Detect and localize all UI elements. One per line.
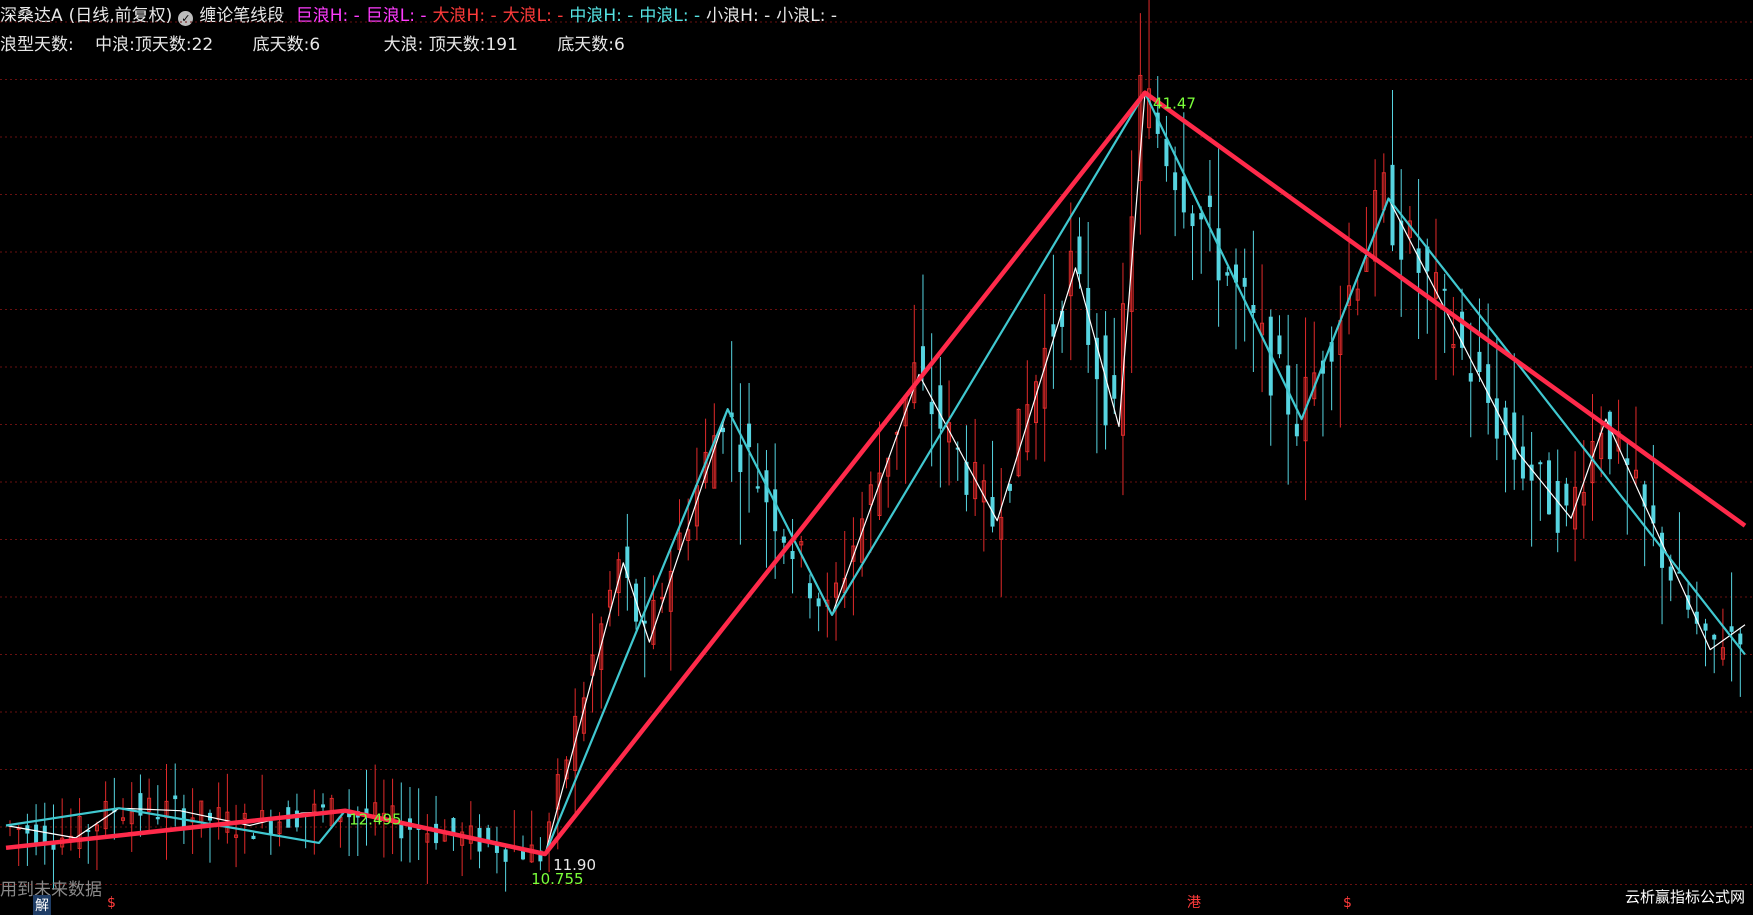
candle-body (173, 795, 178, 800)
candle-body (1294, 423, 1299, 437)
candle-body (1468, 373, 1473, 382)
small-wave-line (5, 92, 1746, 855)
candle-body (790, 550, 795, 560)
candle-body (1242, 277, 1247, 287)
candle-body (1077, 236, 1082, 275)
event-mark-dollar-2[interactable]: $ (1343, 895, 1352, 911)
price-chart[interactable]: 41.47 12.495 11.90 10.755 (0, 0, 1753, 912)
candle-body (747, 423, 752, 448)
candle-body (1225, 272, 1230, 276)
big-wave-line (5, 90, 1747, 857)
candle-body (1277, 335, 1282, 355)
candle-body (738, 444, 743, 473)
candle-body (321, 804, 326, 808)
candle-body (1564, 483, 1569, 506)
candle-body (1712, 634, 1717, 640)
candle-body (521, 850, 526, 860)
candle-body (268, 821, 273, 835)
candle-body (434, 823, 439, 844)
high-price-label: 41.47 (1153, 95, 1196, 113)
candle-body (773, 489, 778, 532)
low-price-label-secondary: 10.755 (531, 870, 584, 888)
candle-body (1512, 412, 1517, 460)
candle-body (1181, 176, 1186, 213)
candle-body (486, 827, 491, 842)
candle-body (781, 536, 786, 543)
mid-high-price-label: 12.495 (349, 811, 402, 829)
candle-body (1520, 446, 1525, 479)
candle-body (755, 486, 760, 489)
candle-body (503, 849, 508, 862)
candle-body (720, 427, 725, 433)
candle-body (16, 827, 21, 830)
candle-body (816, 598, 821, 607)
event-mark-gang[interactable]: 港 (1187, 892, 1201, 912)
candle-body (807, 583, 812, 599)
candle-body (1173, 172, 1178, 191)
candle-body (1729, 626, 1734, 632)
candle-body (938, 385, 943, 429)
candle-body (929, 401, 934, 415)
candle-body (1477, 351, 1482, 373)
event-mark-dollar[interactable]: $ (107, 895, 116, 911)
event-mark-jie[interactable]: 解 (33, 895, 51, 915)
candle-body (251, 835, 256, 840)
candle-body (1555, 480, 1560, 533)
candle-body (642, 620, 647, 624)
candle-body (1164, 138, 1169, 167)
candle-body (1494, 398, 1499, 439)
candle-body (1703, 623, 1708, 631)
candle-body (1251, 304, 1256, 313)
candle-body (1538, 462, 1543, 465)
candle-body (1007, 483, 1012, 491)
candle-body (920, 346, 925, 374)
candle-body (1738, 633, 1743, 645)
candle-body (1399, 220, 1404, 260)
candle-body (1547, 460, 1552, 515)
candle-body (1112, 375, 1117, 399)
candlesticks (8, 0, 1743, 892)
mid-wave-line (5, 91, 1746, 856)
watermark: 云析赢指标公式网 (1624, 888, 1745, 906)
candle-body (1668, 566, 1673, 581)
wave-lines (5, 90, 1747, 857)
candle-body (155, 816, 160, 820)
candle-body (1216, 228, 1221, 281)
candle-body (1207, 195, 1212, 207)
candle-body (1190, 213, 1195, 227)
candle-body (964, 461, 969, 495)
candle-body (1607, 411, 1612, 460)
candle-body (1442, 288, 1447, 291)
chart-grid (0, 21, 1753, 885)
future-data-note: 用到未来数据 (0, 880, 102, 900)
